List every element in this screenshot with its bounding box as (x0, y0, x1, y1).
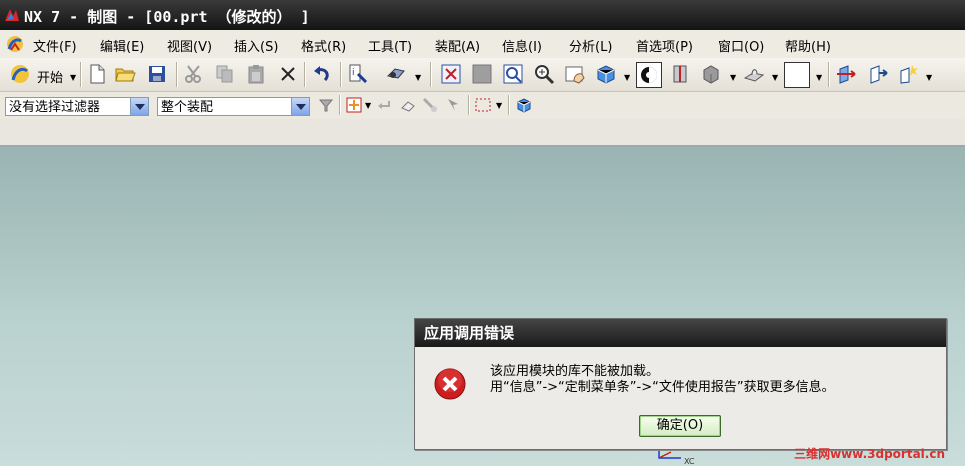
toolbar-separator (80, 62, 82, 87)
standard-toolbar: 开始 ▼ i ▼ ▼ ▼ ▼ ▼ ▼ (0, 58, 965, 92)
menu-preferences[interactable]: 首选项(P) (636, 36, 693, 55)
start-button-icon[interactable] (8, 62, 32, 86)
feature-point-icon[interactable] (421, 96, 439, 114)
watermark-text: 三维网www.3dportal.cn (794, 447, 945, 461)
type-filter-value: 没有选择过滤器 (9, 100, 101, 115)
menu-format[interactable]: 格式(R) (301, 36, 346, 55)
nx-app-icon (5, 9, 19, 21)
menu-information[interactable]: 信息(I) (502, 36, 542, 55)
menu-window[interactable]: 窗口(O) (718, 36, 764, 55)
dialog-message-line-2: 用“信息”->“定制菜单条”->“文件使用报告”获取更多信息。 (490, 380, 835, 395)
start-button-label[interactable]: 开始 (37, 67, 63, 86)
toolbar-separator (508, 95, 510, 115)
work-plane-dropdown-icon[interactable]: ▼ (772, 73, 778, 82)
rectangle-select-dropdown-icon[interactable]: ▼ (496, 101, 502, 110)
dialog-title: 应用调用错误 (415, 319, 946, 347)
open-folder-icon[interactable] (113, 62, 137, 86)
shaded-view-dropdown-icon[interactable]: ▼ (730, 73, 736, 82)
dialog-message: 该应用模块的库不能被加载。 用“信息”->“定制菜单条”->“文件使用报告”获取… (490, 364, 835, 396)
paste-icon[interactable] (244, 62, 268, 86)
svg-text:i: i (352, 68, 355, 78)
toolbar-dock-area (0, 119, 965, 147)
new-file-icon[interactable] (85, 62, 109, 86)
select-back-icon[interactable] (376, 96, 394, 114)
undo-icon[interactable] (310, 62, 334, 86)
start-dropdown-icon[interactable]: ▼ (70, 73, 76, 82)
nx-menu-logo-icon[interactable] (6, 35, 24, 53)
chevron-down-icon[interactable] (291, 98, 309, 115)
chevron-down-icon[interactable] (130, 98, 148, 115)
toolbar-separator (304, 62, 306, 87)
selection-scope-value: 整个装配 (161, 100, 214, 115)
menu-edit[interactable]: 编辑(E) (100, 36, 144, 55)
type-filter-select[interactable]: 没有选择过滤器 (5, 97, 149, 116)
toolbar-separator (340, 62, 342, 87)
menu-assembly[interactable]: 装配(A) (435, 36, 480, 55)
lighting-dropdown-icon[interactable]: ▼ (926, 73, 932, 82)
toolbar-separator (430, 62, 432, 87)
toolbar-separator (339, 95, 341, 115)
true-shading-icon[interactable] (866, 62, 890, 86)
orient-view-icon[interactable] (834, 62, 858, 86)
menu-file[interactable]: 文件(F) (33, 36, 77, 55)
dialog-message-line-1: 该应用模块的库不能被加载。 (490, 364, 660, 379)
toolbar-separator (468, 95, 470, 115)
error-icon (434, 368, 466, 400)
ok-button[interactable]: 确定(O) (639, 415, 721, 437)
snap-dropdown-icon[interactable]: ▼ (365, 101, 371, 110)
edge-display-icon[interactable] (636, 62, 662, 88)
fit-view-icon[interactable] (439, 62, 463, 86)
selection-toolbar: 没有选择过滤器 整个装配 ▼ ▼ (0, 92, 965, 120)
cut-icon[interactable] (182, 62, 206, 86)
delete-icon[interactable] (276, 62, 300, 86)
arrow-point-icon[interactable] (445, 96, 463, 114)
rendering-style-dropdown-icon[interactable]: ▼ (624, 73, 630, 82)
window-title: NX 7 - 制图 - [00.prt （修改的） ] (24, 8, 310, 26)
eraser-icon[interactable] (399, 96, 417, 114)
zoom-in-out-icon[interactable] (532, 62, 556, 86)
menu-bar: 文件(F) 编辑(E) 视图(V) 插入(S) 格式(R) 工具(T) 装配(A… (0, 30, 965, 59)
measure-dropdown-icon[interactable]: ▼ (415, 73, 421, 82)
menu-help[interactable]: 帮助(H) (785, 36, 831, 55)
menu-tools[interactable]: 工具(T) (368, 36, 412, 55)
toolbar-separator (176, 62, 178, 87)
error-dialog: 应用调用错误 该应用模块的库不能被加载。 用“信息”->“定制菜单条”->“文件… (414, 318, 947, 450)
save-icon[interactable] (145, 62, 169, 86)
menu-insert[interactable]: 插入(S) (234, 36, 278, 55)
copy-icon[interactable] (213, 62, 237, 86)
background-color-dropdown-icon[interactable]: ▼ (816, 73, 822, 82)
section-view-icon[interactable] (668, 62, 692, 86)
shaded-view-icon[interactable] (699, 62, 723, 86)
studio-lighting-icon[interactable] (896, 62, 920, 86)
selection-scope-select[interactable]: 整个装配 (157, 97, 310, 116)
snap-point-icon[interactable] (345, 96, 363, 114)
axis-label-xc: XC (684, 457, 695, 466)
work-plane-icon[interactable] (742, 62, 766, 86)
measure-icon[interactable] (384, 62, 408, 86)
cube-select-icon[interactable] (515, 96, 533, 114)
general-selection-filter-icon[interactable] (317, 96, 335, 114)
toolbar-separator (828, 62, 830, 87)
zoom-region-icon[interactable] (470, 62, 494, 86)
menu-analysis[interactable]: 分析(L) (569, 36, 612, 55)
rendering-style-icon[interactable] (594, 62, 618, 86)
window-titlebar: NX 7 - 制图 - [00.prt （修改的） ] (0, 0, 965, 30)
pan-icon[interactable] (563, 62, 587, 86)
rectangle-select-icon[interactable] (474, 96, 492, 114)
menu-view[interactable]: 视图(V) (167, 36, 212, 55)
information-icon[interactable]: i (346, 62, 370, 86)
background-color-icon[interactable] (784, 62, 810, 88)
zoom-window-icon[interactable] (501, 62, 525, 86)
